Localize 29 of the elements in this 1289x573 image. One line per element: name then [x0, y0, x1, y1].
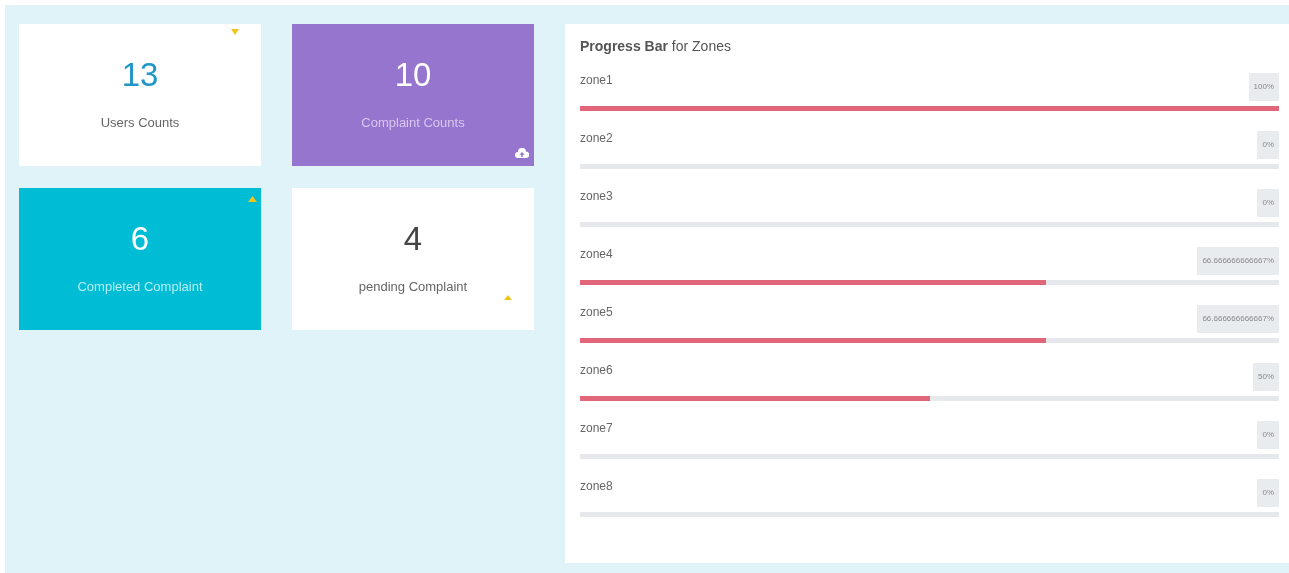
percent-badge: 0% — [1257, 479, 1279, 507]
caret-up-icon — [504, 295, 512, 300]
stat-label: Complaint Counts — [361, 114, 465, 132]
stat-value: 4 — [403, 222, 423, 255]
percent-badge: 100% — [1248, 73, 1279, 101]
zone-label: zone3 — [580, 188, 613, 205]
stat-value: 6 — [130, 222, 150, 255]
stat-label: pending Complaint — [358, 278, 468, 296]
zone-label: zone1 — [580, 72, 613, 89]
percent-badge: 0% — [1257, 189, 1279, 217]
stat-label: Completed Complaint — [77, 278, 203, 296]
stat-label: Users Counts — [100, 114, 180, 132]
zone-label: zone7 — [580, 420, 613, 437]
caret-down-icon — [231, 29, 239, 35]
percent-badge: 50% — [1253, 363, 1279, 391]
stat-value: 13 — [121, 58, 159, 91]
zone-label: zone8 — [580, 478, 613, 495]
cloud-upload-icon — [515, 148, 529, 158]
zone-label: zone4 — [580, 246, 613, 263]
percent-badge: 0% — [1257, 421, 1279, 449]
zone-label: zone2 — [580, 130, 613, 147]
caret-up-icon — [248, 196, 257, 202]
percent-badge: 66.666666666667% — [1197, 305, 1279, 333]
zone-label: zone6 — [580, 362, 613, 379]
zone-label: zone5 — [580, 304, 613, 321]
stat-value: 10 — [394, 58, 432, 91]
percent-badge: 0% — [1257, 131, 1279, 159]
percent-badge: 66.666666666667% — [1197, 247, 1279, 275]
panel-title: Progress Bar for Zones — [580, 37, 732, 56]
